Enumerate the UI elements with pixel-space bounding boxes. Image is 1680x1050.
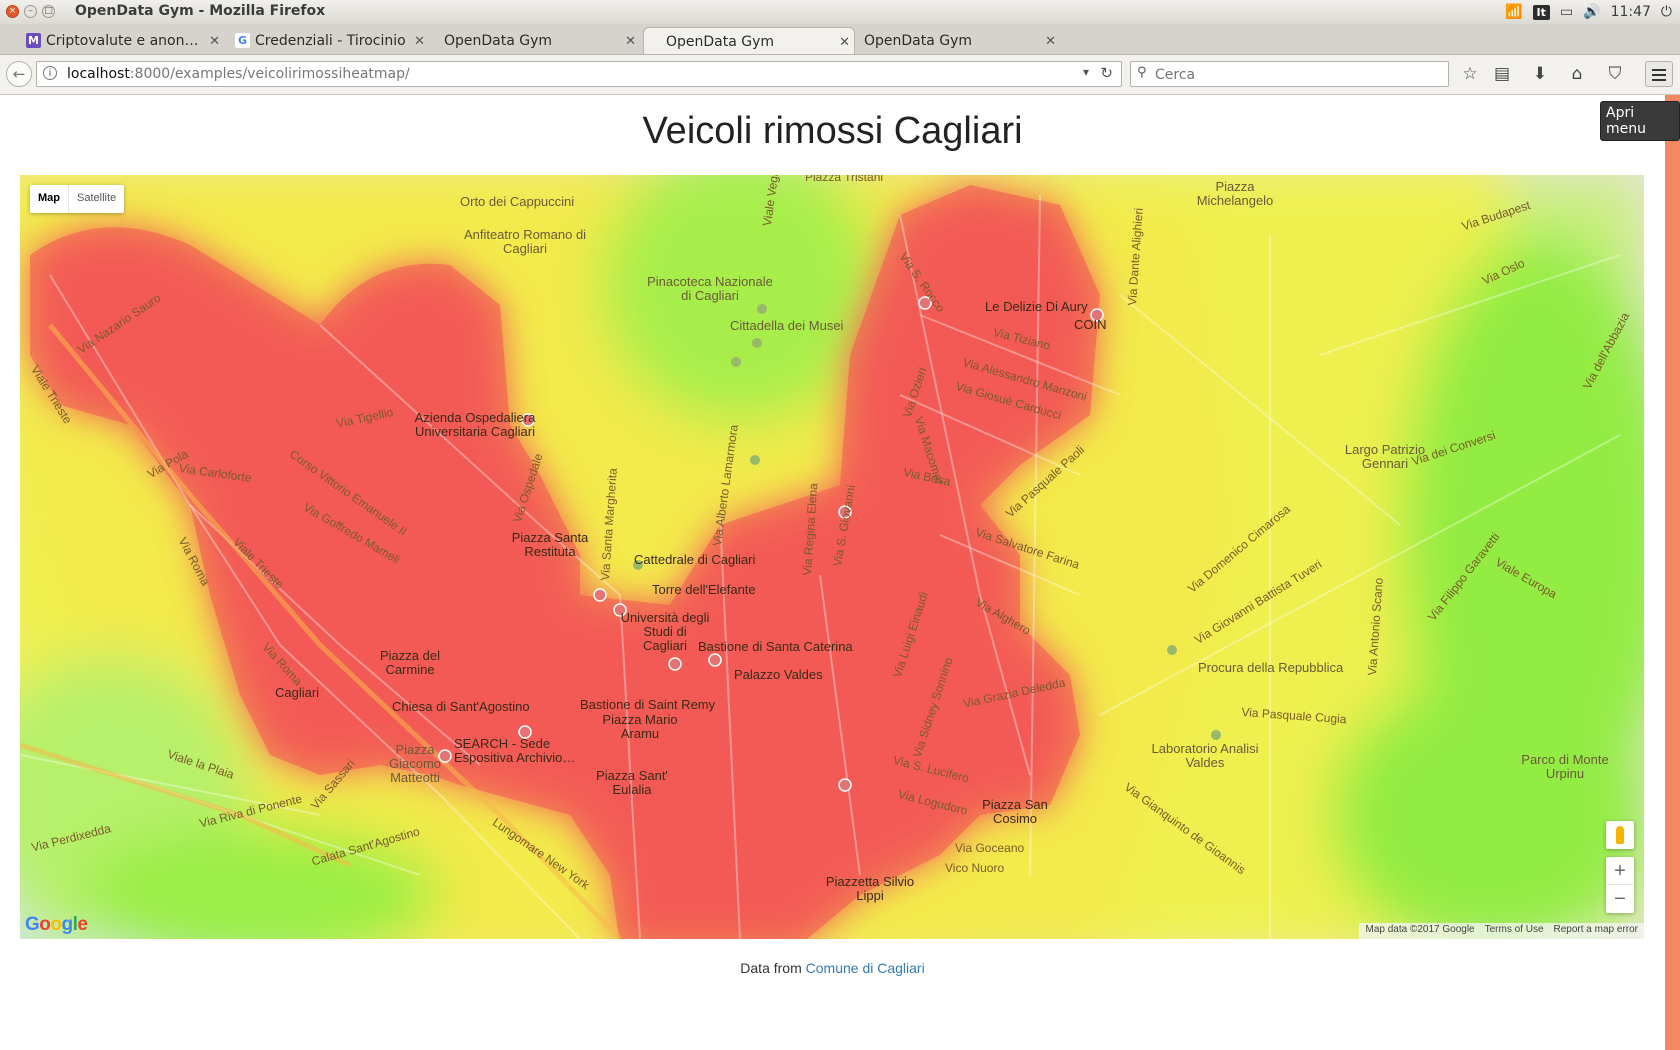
- map-label-universita: Università degli Studi di Cagliari: [620, 610, 710, 653]
- home-icon[interactable]: ⌂: [1565, 64, 1589, 84]
- footer-prefix: Data from: [740, 960, 802, 976]
- map-label-piazza-cosimo: Piazza San Cosimo: [982, 797, 1048, 826]
- chevron-down-icon[interactable]: ▾: [1083, 65, 1089, 79]
- google-icon: G: [235, 33, 250, 48]
- url-bar[interactable]: i localhost:8000/examples/veicolirimossi…: [36, 61, 1122, 87]
- tab-criptovalute[interactable]: M Criptovalute e anon… ✕: [24, 27, 224, 54]
- zoom-out-button[interactable]: −: [1606, 885, 1634, 913]
- map-label-procura: Procura della Repubblica: [1198, 660, 1344, 675]
- map-label-vico-nuoro: Vico Nuoro: [945, 861, 1005, 875]
- map-label-coin: COIN: [1074, 317, 1107, 332]
- search-bar[interactable]: ⚲: [1130, 61, 1449, 87]
- info-icon[interactable]: i: [43, 66, 57, 80]
- map-label-piazza-michelangelo: Piazza Michelangelo: [1196, 179, 1274, 208]
- map-label-orto: Orto dei Cappuccini: [460, 194, 575, 209]
- reading-list-icon[interactable]: ▤: [1490, 64, 1514, 84]
- wifi-icon[interactable]: 📶: [1505, 4, 1522, 20]
- map-label-laboratorio: Laboratorio Analisi Valdes: [1151, 741, 1259, 770]
- map-label-cattedrale: Cattedrale di Cagliari: [634, 552, 756, 567]
- tab-strip: M Criptovalute e anon… ✕ G Credenziali -…: [0, 24, 1680, 75]
- map-label-pinacoteca: Pinacoteca Nazionale di Cagliari: [647, 274, 773, 303]
- map-label-palazzo-valdes: Palazzo Valdes: [734, 667, 823, 682]
- tab-credenziali[interactable]: G Credenziali - Tirocinio ✕: [233, 27, 429, 54]
- map-label-anfiteatro: Anfiteatro Romano di Cagliari: [463, 227, 587, 256]
- map-label-cittadella: Cittadella dei Musei: [730, 318, 844, 333]
- tab-label: Credenziali - Tirocinio: [255, 33, 406, 49]
- battery-icon[interactable]: ▭: [1560, 4, 1573, 20]
- zoom-in-button[interactable]: +: [1606, 857, 1634, 885]
- open-menu-button[interactable]: [1645, 61, 1673, 87]
- hamburger-icon: [1652, 69, 1666, 71]
- map-data-credit: Map data ©2017 Google: [1365, 924, 1475, 935]
- close-icon[interactable]: ✕: [625, 34, 636, 49]
- map-label-santa-restituta: Piazza Santa Restituta: [511, 530, 589, 559]
- download-icon[interactable]: ⬇: [1528, 64, 1552, 84]
- back-button[interactable]: ←: [6, 61, 32, 87]
- tab-label: OpenData Gym: [444, 33, 553, 49]
- terms-of-use-link[interactable]: Terms of Use: [1485, 924, 1544, 939]
- map-label-piazza-eulalia: Piazza Sant' Eulalia: [596, 768, 668, 797]
- report-map-error-link[interactable]: Report a map error: [1554, 924, 1638, 939]
- map-label-piazza-matteotti: Piazza Giacomo Matteotti: [388, 742, 442, 785]
- map-attribution: Map data ©2017 Google Terms of Use Repor…: [1359, 923, 1644, 939]
- zoom-control: + −: [1606, 857, 1634, 913]
- map-type-map-button[interactable]: Map: [30, 185, 69, 213]
- navigation-toolbar: ← i localhost:8000/examples/veicolirimos…: [0, 55, 1680, 95]
- map-type-satellite-button[interactable]: Satellite: [69, 185, 124, 213]
- window-title-bar: × – □ OpenData Gym - Mozilla Firefox 📶 I…: [0, 0, 1680, 25]
- keyboard-layout-indicator[interactable]: It: [1532, 4, 1550, 20]
- map-label-le-delizie: Le Delizie Di Aury: [985, 299, 1088, 314]
- tab-favicon-icon: M: [26, 33, 41, 48]
- map-label-azienda: Azienda Ospedaliera Universitaria Caglia…: [414, 410, 536, 439]
- tab-opendata-gym-3[interactable]: OpenData Gym ✕: [842, 27, 1060, 54]
- tab-label: Criptovalute e anon…: [46, 33, 199, 49]
- page-title: Veicoli rimossi Cagliari: [642, 110, 1023, 152]
- map-label-parco-urpinu: Parco di Monte Urpinu: [1521, 752, 1609, 781]
- map-label-search-sede: SEARCH - Sede Espositiva Archivio…: [454, 736, 576, 765]
- scrollbar[interactable]: [1665, 95, 1680, 1050]
- map-label-torre: Torre dell'Elefante: [652, 582, 756, 597]
- window-close-button[interactable]: ×: [6, 5, 19, 18]
- map-type-control: Map Satellite: [30, 185, 125, 213]
- tab-label: OpenData Gym: [666, 34, 775, 50]
- pocket-icon[interactable]: ⛉: [1603, 64, 1627, 84]
- map-label-piazza-carmine: Piazza del Carmine: [380, 648, 440, 677]
- map-label-bastione-caterina: Bastione di Santa Caterina: [698, 639, 853, 654]
- google-logo[interactable]: Google: [25, 914, 88, 936]
- tab-label: OpenData Gym: [864, 33, 973, 49]
- menu-tooltip: Apri menu: [1600, 101, 1680, 141]
- window-maximize-button[interactable]: □: [42, 5, 55, 18]
- volume-icon[interactable]: 🔊: [1583, 4, 1600, 20]
- window-minimize-button[interactable]: –: [24, 5, 37, 18]
- url-text[interactable]: localhost:8000/examples/veicolirimossihe…: [67, 66, 410, 82]
- map-label-piazza-tristani: Piazza Tristani: [805, 175, 884, 184]
- power-icon[interactable]: ⏻: [1661, 4, 1672, 20]
- window-title: OpenData Gym - Mozilla Firefox: [75, 3, 326, 19]
- map-label-chiesa-agostino: Chiesa di Sant'Agostino: [392, 699, 530, 714]
- close-icon[interactable]: ✕: [209, 34, 220, 49]
- map-label-piazza-mario: Piazza Mario Aramu: [602, 712, 678, 741]
- system-tray: 📶 It ▭ 🔊 11:47 ⏻: [1505, 3, 1672, 21]
- tab-opendata-gym-active[interactable]: OpenData Gym ✕: [643, 27, 855, 54]
- map-label-via-goceano: Via Goceano: [955, 841, 1025, 855]
- heatmap-map[interactable]: Orto dei Cappuccini Anfiteatro Romano di…: [20, 175, 1644, 939]
- bookmark-star-icon[interactable]: ☆: [1458, 64, 1482, 84]
- clock[interactable]: 11:47: [1611, 4, 1651, 20]
- comune-di-cagliari-link[interactable]: Comune di Cagliari: [806, 960, 925, 976]
- close-icon[interactable]: ✕: [1045, 34, 1056, 49]
- tab-opendata-gym-1[interactable]: OpenData Gym ✕: [422, 27, 640, 54]
- map-label-cagliari-station: Cagliari: [275, 685, 320, 700]
- map-label-bastione-remy: Bastione di Saint Remy: [580, 697, 716, 712]
- page-footer: Data from Comune di Cagliari: [0, 960, 1665, 976]
- street-view-pegman-icon[interactable]: [1606, 821, 1634, 849]
- search-icon: ⚲: [1137, 65, 1147, 80]
- reload-icon[interactable]: ↻: [1100, 64, 1113, 82]
- search-input[interactable]: [1153, 65, 1437, 85]
- map-label-piazzetta-lippi: Piazzetta Silvio Lippi: [825, 874, 915, 903]
